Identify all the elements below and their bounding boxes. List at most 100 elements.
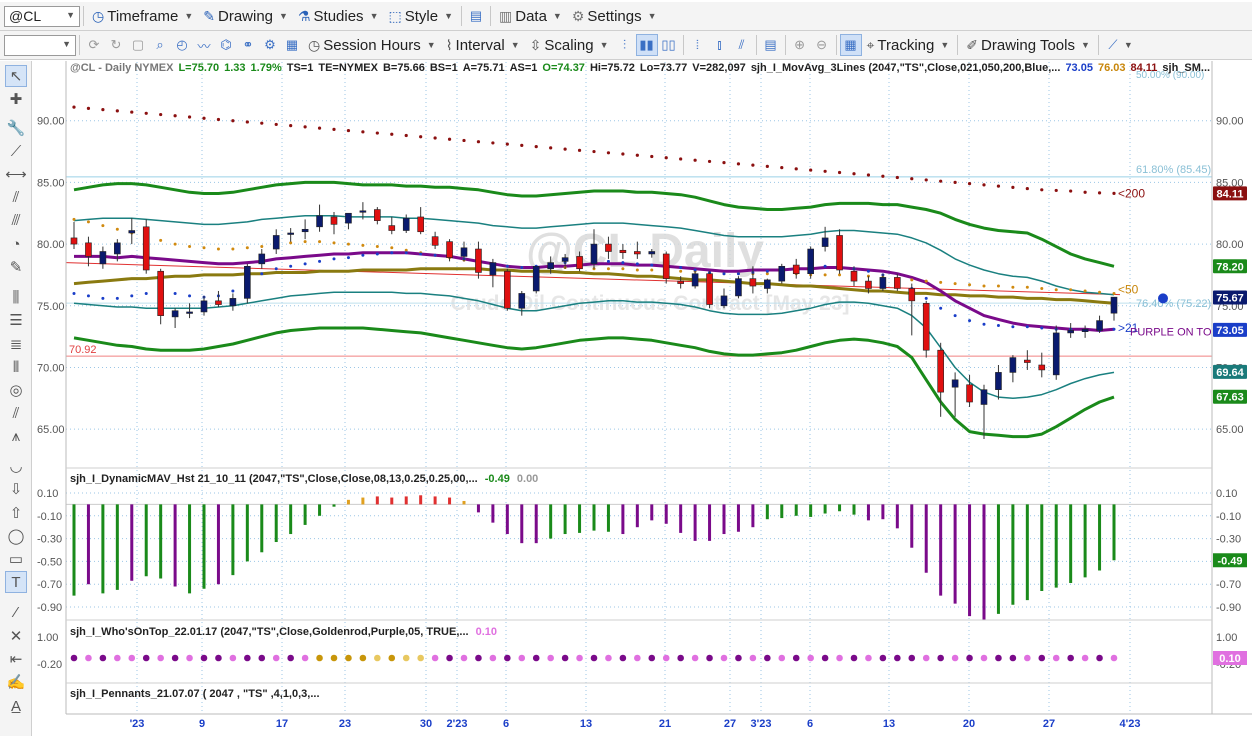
ma21-dot xyxy=(924,296,928,300)
who-dot xyxy=(128,654,136,662)
ma50-dot xyxy=(1040,287,1044,291)
who-dot xyxy=(85,654,92,662)
ma200-dot xyxy=(736,162,741,166)
who-dot xyxy=(966,654,973,662)
price-tick-left: 90.00 xyxy=(37,116,65,128)
ma50-dot xyxy=(982,284,986,288)
candle-body xyxy=(128,230,136,234)
who-dot xyxy=(489,654,497,662)
who-dot xyxy=(504,654,511,662)
candle-body xyxy=(995,372,1002,390)
candle-body xyxy=(431,236,439,246)
ma200-dot xyxy=(216,117,221,122)
ma50-dot xyxy=(1011,285,1015,289)
who-dot xyxy=(749,654,757,662)
ma50-dot xyxy=(1112,291,1116,295)
who-dot xyxy=(547,654,554,662)
candle-body xyxy=(1067,330,1074,334)
time-axis-label: 17 xyxy=(276,718,288,730)
who-panel-title: sjh_I_Who'sOnTop_22.01.17 (2047,"TS",Clo… xyxy=(70,626,469,638)
candle-body xyxy=(821,237,829,247)
ma21-dot xyxy=(736,272,740,276)
candle-body xyxy=(388,225,396,231)
ma50-dot xyxy=(621,267,625,271)
ma21-dot xyxy=(722,272,726,276)
who-dot xyxy=(475,654,482,662)
ma200-dot xyxy=(592,149,596,154)
who-dot xyxy=(764,654,771,662)
ma200-dot xyxy=(534,145,538,149)
ma200-dot xyxy=(982,183,986,187)
osc-tick-left: -0.90 xyxy=(37,602,62,614)
ma21-dot xyxy=(346,256,350,260)
ma21-dot xyxy=(505,264,509,268)
candle-body xyxy=(1009,357,1017,373)
price-badge-text: 73.05 xyxy=(1216,325,1244,337)
ma21-dot xyxy=(1112,327,1116,331)
ma21-dot xyxy=(996,324,1000,328)
ma200-dot xyxy=(650,154,654,159)
who-dot xyxy=(951,654,959,662)
ma50-label: <50 xyxy=(1118,283,1139,297)
candle-body xyxy=(85,242,92,257)
info-bar-item: 73.05 xyxy=(1065,62,1093,74)
info-bar-item: sjh_SM... xyxy=(1162,62,1211,74)
candle-body xyxy=(359,210,367,213)
info-bar-item: AS=1 xyxy=(509,62,538,74)
ma50-dot xyxy=(332,241,336,245)
ma200-dot xyxy=(606,151,611,155)
who-dot xyxy=(244,654,251,662)
who-panel-label: sjh_I_Who'sOnTop_22.01.17 (2047,"TS",Clo… xyxy=(70,626,497,638)
ma21-dot xyxy=(86,294,90,298)
ma200-dot xyxy=(837,170,842,175)
info-bar-item: @CL - Daily NYMEX xyxy=(70,62,174,74)
candle-body xyxy=(547,262,554,270)
ma50-dot xyxy=(231,247,235,251)
who-dot xyxy=(157,654,164,662)
who-dot xyxy=(619,654,627,662)
ma50-dot xyxy=(318,240,322,244)
ma50-dot xyxy=(679,269,683,273)
osc-tick-right: -0.10 xyxy=(1216,511,1241,523)
candle-body xyxy=(215,300,222,305)
candle-body xyxy=(374,209,381,221)
ma200-dot xyxy=(996,184,1001,188)
ma50-dot xyxy=(939,280,943,284)
who-dot xyxy=(807,654,814,662)
ma200-dot xyxy=(375,131,379,135)
who-dot xyxy=(446,654,453,662)
ma200-dot xyxy=(939,179,943,183)
candle-body xyxy=(1038,364,1046,371)
who-dot xyxy=(359,654,367,662)
who-dot xyxy=(345,654,352,662)
candle-body xyxy=(778,265,786,282)
who-dot xyxy=(229,654,237,662)
ma200-dot xyxy=(881,174,885,178)
ma50-dot xyxy=(303,240,307,244)
price-tick-left: 85.00 xyxy=(37,177,65,189)
who-dot xyxy=(272,654,280,662)
info-bar-item: Lo=73.77 xyxy=(639,62,688,74)
ma21-dot xyxy=(173,291,177,295)
ma50-dot xyxy=(635,268,639,272)
ma21-dot xyxy=(1011,325,1015,329)
ma200-label: <200 xyxy=(1118,186,1145,200)
ma21-dot xyxy=(968,319,972,323)
ma200-dot xyxy=(635,153,639,157)
who-dot xyxy=(1024,654,1031,662)
ma200-dot xyxy=(707,159,712,164)
ma21-dot xyxy=(939,306,943,310)
who-badge-text: 0.10 xyxy=(1219,653,1240,665)
ma200-dot xyxy=(505,142,509,146)
price-badge-text: 78.20 xyxy=(1216,261,1244,273)
time-axis-label: 23 xyxy=(339,718,351,730)
who-tick-left: 1.00 xyxy=(37,632,58,644)
osc-tick-left: -0.10 xyxy=(37,511,62,523)
candle-body xyxy=(70,237,78,245)
price-badge-text: 84.11 xyxy=(1217,188,1244,200)
candle-body xyxy=(345,212,352,224)
candle-body xyxy=(1052,332,1060,376)
candle-body xyxy=(244,265,251,299)
ma21-dot xyxy=(1025,325,1029,329)
ma200-dot xyxy=(1069,189,1073,193)
